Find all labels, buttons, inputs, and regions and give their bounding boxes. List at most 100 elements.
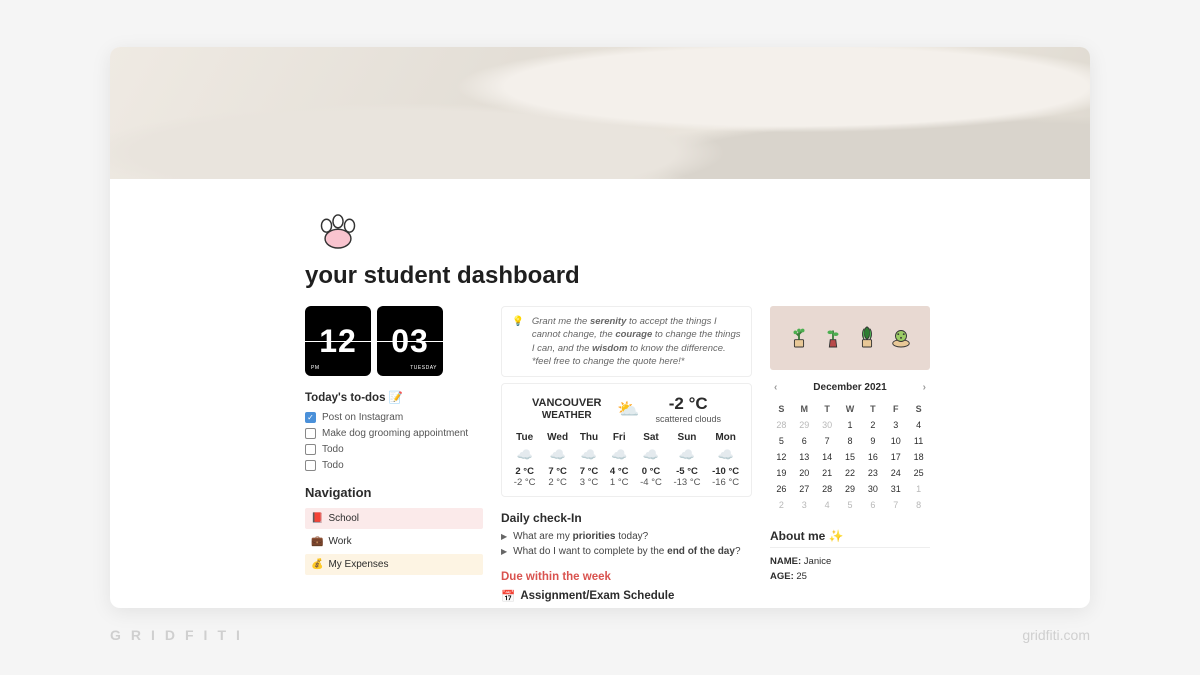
checkbox-icon[interactable] <box>305 428 316 439</box>
checkbox-icon[interactable] <box>305 444 316 455</box>
todo-item[interactable]: Todo <box>305 444 483 455</box>
cover-image <box>110 47 1090 179</box>
cal-day[interactable]: 31 <box>884 481 907 497</box>
todo-item[interactable]: ✓Post on Instagram <box>305 412 483 423</box>
cal-day[interactable]: 29 <box>839 481 862 497</box>
cal-day[interactable]: 29 <box>793 417 816 433</box>
cal-day[interactable]: 26 <box>770 481 793 497</box>
about-row: NAME: Janice <box>770 556 930 567</box>
cal-day[interactable]: 17 <box>884 449 907 465</box>
cal-day[interactable]: 7 <box>816 433 839 449</box>
cal-day[interactable]: 3 <box>793 497 816 513</box>
checkbox-icon[interactable] <box>305 460 316 471</box>
due-heading: Due within the week <box>501 571 752 583</box>
cal-week: 19202122232425 <box>770 465 930 481</box>
toggle-item[interactable]: ▶What are my priorities today? <box>501 531 752 542</box>
toggle-item[interactable]: ▶What do I want to complete by the end o… <box>501 546 752 557</box>
forecast-high: 4 °C <box>610 466 629 477</box>
todo-item[interactable]: Todo <box>305 460 483 471</box>
cal-day[interactable]: 25 <box>907 465 930 481</box>
about-value: 25 <box>796 571 807 582</box>
cal-day[interactable]: 8 <box>907 497 930 513</box>
forecast-day-name: Mon <box>712 432 739 443</box>
watermark-right: gridfiti.com <box>1022 627 1090 643</box>
cal-day[interactable]: 19 <box>770 465 793 481</box>
nav-item-label: Work <box>328 536 351 547</box>
cal-day[interactable]: 6 <box>793 433 816 449</box>
cal-day[interactable]: 7 <box>884 497 907 513</box>
clock-day: TUESDAY <box>410 365 437 371</box>
cal-day[interactable]: 11 <box>907 433 930 449</box>
daily-toggles: ▶What are my priorities today? ▶What do I… <box>501 531 752 557</box>
plant-icon <box>856 323 878 354</box>
forecast-low: 3 °C <box>580 477 599 488</box>
cal-dow-cell: F <box>884 401 907 417</box>
calendar-title: December 2021 <box>813 382 886 393</box>
database-title[interactable]: 📅 Assignment/Exam Schedule <box>501 589 752 603</box>
page-icon-paw[interactable] <box>315 207 361 253</box>
cal-day[interactable]: 1 <box>907 481 930 497</box>
calendar-dow: SMTWTFS <box>770 401 930 417</box>
cal-day[interactable]: 2 <box>770 497 793 513</box>
todo-label: Make dog grooming appointment <box>322 428 468 439</box>
cal-day[interactable]: 21 <box>816 465 839 481</box>
cal-week: 2345678 <box>770 497 930 513</box>
navigation-list: 📕School💼Work💰My Expenses <box>305 508 483 575</box>
forecast-day: Thu☁️7 °C3 °C <box>580 432 599 488</box>
left-column: 12 PM 03 TUESDAY Today's to-dos 📝 ✓Post … <box>305 306 483 577</box>
nav-item[interactable]: 💰My Expenses <box>305 554 483 575</box>
cal-week: 12131415161718 <box>770 449 930 465</box>
cal-day[interactable]: 4 <box>816 497 839 513</box>
navigation-heading: Navigation <box>305 485 483 500</box>
quote-text: Grant me the serenity to accept the thin… <box>532 315 741 368</box>
cal-dow-cell: S <box>770 401 793 417</box>
cal-day[interactable]: 16 <box>861 449 884 465</box>
plant-icon <box>822 323 844 354</box>
cal-day[interactable]: 9 <box>861 433 884 449</box>
quote-callout[interactable]: 💡 Grant me the serenity to accept the th… <box>501 306 752 377</box>
nav-item[interactable]: 📕School <box>305 508 483 529</box>
checkbox-icon[interactable]: ✓ <box>305 412 316 423</box>
cal-day[interactable]: 24 <box>884 465 907 481</box>
nav-item[interactable]: 💼Work <box>305 531 483 552</box>
cal-day[interactable]: 20 <box>793 465 816 481</box>
cal-day[interactable]: 5 <box>839 497 862 513</box>
cal-day[interactable]: 22 <box>839 465 862 481</box>
calendar-icon: 📅 <box>501 589 515 603</box>
cal-day[interactable]: 2 <box>861 417 884 433</box>
about-value: Janice <box>804 556 831 567</box>
cloud-icon: ☁️ <box>673 447 700 463</box>
cal-day[interactable]: 30 <box>861 481 884 497</box>
cal-day[interactable]: 12 <box>770 449 793 465</box>
weather-current-temp: -2 °C <box>655 394 721 414</box>
forecast-low: 2 °C <box>547 477 568 488</box>
cloud-icon: ☁️ <box>514 447 536 463</box>
calendar-prev-button[interactable]: ‹ <box>774 382 777 393</box>
cal-day[interactable]: 27 <box>793 481 816 497</box>
plant-icon <box>890 323 912 354</box>
cal-day[interactable]: 3 <box>884 417 907 433</box>
cal-day[interactable]: 18 <box>907 449 930 465</box>
cal-day[interactable]: 10 <box>884 433 907 449</box>
cal-day[interactable]: 13 <box>793 449 816 465</box>
cal-day[interactable]: 30 <box>816 417 839 433</box>
calendar-next-button[interactable]: › <box>923 382 926 393</box>
forecast-day-name: Sun <box>673 432 700 443</box>
cloud-icon: ☁️ <box>547 447 568 463</box>
cal-day[interactable]: 5 <box>770 433 793 449</box>
cal-day[interactable]: 28 <box>816 481 839 497</box>
cal-day[interactable]: 14 <box>816 449 839 465</box>
cal-day[interactable]: 23 <box>861 465 884 481</box>
plants-banner <box>770 306 930 370</box>
cal-dow-cell: S <box>907 401 930 417</box>
cal-day[interactable]: 8 <box>839 433 862 449</box>
flip-clock: 12 PM 03 TUESDAY <box>305 306 483 376</box>
cal-day[interactable]: 1 <box>839 417 862 433</box>
cal-day[interactable]: 28 <box>770 417 793 433</box>
todo-item[interactable]: Make dog grooming appointment <box>305 428 483 439</box>
cal-day[interactable]: 15 <box>839 449 862 465</box>
cal-day[interactable]: 4 <box>907 417 930 433</box>
cal-day[interactable]: 6 <box>861 497 884 513</box>
calendar-widget: ‹ December 2021 › SMTWTFS 28293012345678… <box>770 382 930 513</box>
cloud-icon: ☁️ <box>580 447 599 463</box>
